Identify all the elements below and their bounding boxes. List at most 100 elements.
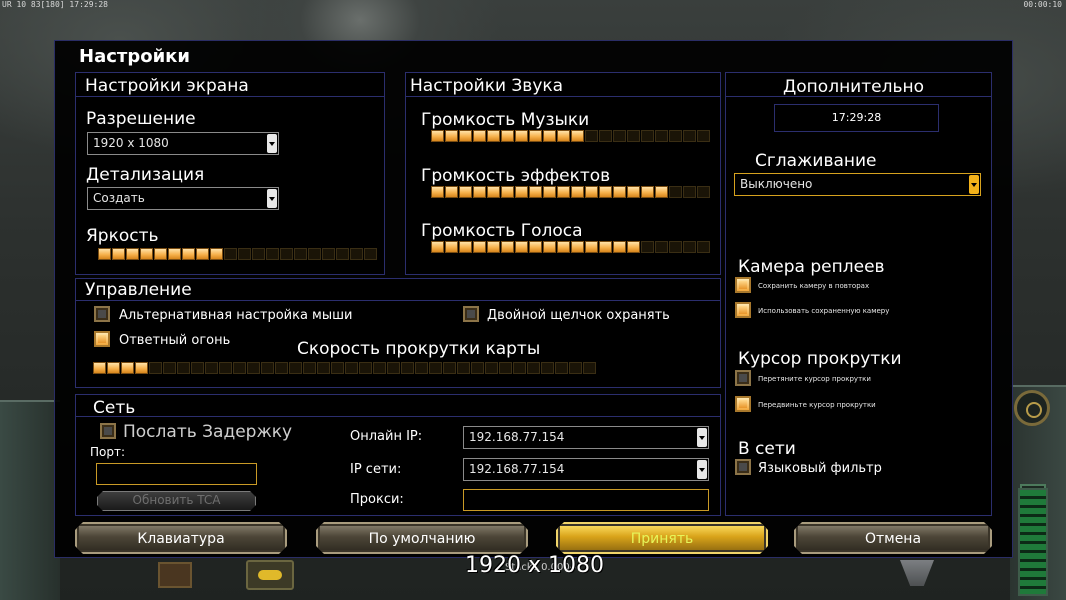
slider-segment[interactable] <box>473 186 486 198</box>
slider-segment[interactable] <box>669 186 682 198</box>
slider-segment[interactable] <box>182 248 195 260</box>
slider-segment[interactable] <box>557 241 570 253</box>
slider-segment[interactable] <box>431 186 444 198</box>
slider-segment[interactable] <box>683 186 696 198</box>
slider-segment[interactable] <box>641 186 654 198</box>
music-volume-slider[interactable] <box>431 130 710 142</box>
accept-button[interactable]: Принять <box>556 522 768 554</box>
slider-segment[interactable] <box>445 186 458 198</box>
slider-segment[interactable] <box>599 130 612 142</box>
slider-segment[interactable] <box>683 241 696 253</box>
slider-segment[interactable] <box>445 130 458 142</box>
slider-segment[interactable] <box>697 241 710 253</box>
effects-volume-slider[interactable] <box>431 186 710 198</box>
slider-segment[interactable] <box>93 362 106 374</box>
slider-segment[interactable] <box>98 248 111 260</box>
cancel-button[interactable]: Отмена <box>794 522 992 554</box>
slider-segment[interactable] <box>473 130 486 142</box>
slider-segment[interactable] <box>252 248 265 260</box>
slider-segment[interactable] <box>459 130 472 142</box>
slider-segment[interactable] <box>613 186 626 198</box>
slider-segment[interactable] <box>445 241 458 253</box>
slider-segment[interactable] <box>168 248 181 260</box>
slider-segment[interactable] <box>163 362 176 374</box>
slider-segment[interactable] <box>499 362 512 374</box>
slider-segment[interactable] <box>443 362 456 374</box>
slider-segment[interactable] <box>487 130 500 142</box>
detail-dropdown[interactable]: Создать <box>87 187 279 210</box>
slider-segment[interactable] <box>331 362 344 374</box>
return-fire-checkbox[interactable] <box>94 331 110 347</box>
update-tca-button[interactable]: Обновить TCA <box>97 491 256 511</box>
slider-segment[interactable] <box>487 186 500 198</box>
double-click-checkbox[interactable] <box>463 306 479 322</box>
brightness-slider[interactable] <box>98 248 377 260</box>
slider-segment[interactable] <box>697 186 710 198</box>
slider-segment[interactable] <box>431 130 444 142</box>
slider-segment[interactable] <box>487 241 500 253</box>
replay-use-checkbox[interactable] <box>735 302 751 318</box>
slider-segment[interactable] <box>557 186 570 198</box>
slider-segment[interactable] <box>585 130 598 142</box>
slider-segment[interactable] <box>669 241 682 253</box>
slider-segment[interactable] <box>543 186 556 198</box>
slider-segment[interactable] <box>557 130 570 142</box>
slider-segment[interactable] <box>196 248 209 260</box>
slider-segment[interactable] <box>154 248 167 260</box>
slider-segment[interactable] <box>224 248 237 260</box>
slider-segment[interactable] <box>280 248 293 260</box>
online-ip-dropdown[interactable]: 192.168.77.154 <box>463 426 709 449</box>
slider-segment[interactable] <box>655 241 668 253</box>
slider-segment[interactable] <box>513 362 526 374</box>
slider-segment[interactable] <box>613 241 626 253</box>
slider-segment[interactable] <box>599 241 612 253</box>
lan-ip-dropdown[interactable]: 192.168.77.154 <box>463 458 709 481</box>
slider-segment[interactable] <box>683 130 696 142</box>
slider-segment[interactable] <box>473 241 486 253</box>
defaults-button[interactable]: По умолчанию <box>316 522 528 554</box>
slider-segment[interactable] <box>373 362 386 374</box>
replay-save-checkbox[interactable] <box>735 277 751 293</box>
slider-segment[interactable] <box>317 362 330 374</box>
voice-volume-slider[interactable] <box>431 241 710 253</box>
slider-segment[interactable] <box>289 362 302 374</box>
slider-segment[interactable] <box>387 362 400 374</box>
slider-segment[interactable] <box>308 248 321 260</box>
antialias-dropdown[interactable]: Выключено <box>734 173 981 196</box>
keyboard-button[interactable]: Клавиатура <box>75 522 287 554</box>
slider-segment[interactable] <box>364 248 377 260</box>
port-input[interactable] <box>96 463 257 485</box>
language-filter-checkbox[interactable] <box>735 459 751 475</box>
slider-segment[interactable] <box>415 362 428 374</box>
slider-segment[interactable] <box>641 130 654 142</box>
slider-segment[interactable] <box>247 362 260 374</box>
slider-segment[interactable] <box>107 362 120 374</box>
slider-segment[interactable] <box>294 248 307 260</box>
slider-segment[interactable] <box>529 130 542 142</box>
slider-segment[interactable] <box>669 130 682 142</box>
slider-segment[interactable] <box>613 130 626 142</box>
slider-segment[interactable] <box>471 362 484 374</box>
slider-segment[interactable] <box>627 241 640 253</box>
slider-segment[interactable] <box>429 362 442 374</box>
slider-segment[interactable] <box>655 130 668 142</box>
slider-segment[interactable] <box>275 362 288 374</box>
slider-segment[interactable] <box>485 362 498 374</box>
slider-segment[interactable] <box>599 186 612 198</box>
slider-segment[interactable] <box>585 186 598 198</box>
slider-segment[interactable] <box>303 362 316 374</box>
slider-segment[interactable] <box>149 362 162 374</box>
slider-segment[interactable] <box>515 186 528 198</box>
scroll-move-checkbox[interactable] <box>735 396 751 412</box>
slider-segment[interactable] <box>359 362 372 374</box>
slider-segment[interactable] <box>205 362 218 374</box>
slider-segment[interactable] <box>261 362 274 374</box>
slider-segment[interactable] <box>555 362 568 374</box>
slider-segment[interactable] <box>457 362 470 374</box>
slider-segment[interactable] <box>541 362 554 374</box>
slider-segment[interactable] <box>459 241 472 253</box>
slider-segment[interactable] <box>459 186 472 198</box>
slider-segment[interactable] <box>210 248 223 260</box>
slider-segment[interactable] <box>515 130 528 142</box>
slider-segment[interactable] <box>219 362 232 374</box>
